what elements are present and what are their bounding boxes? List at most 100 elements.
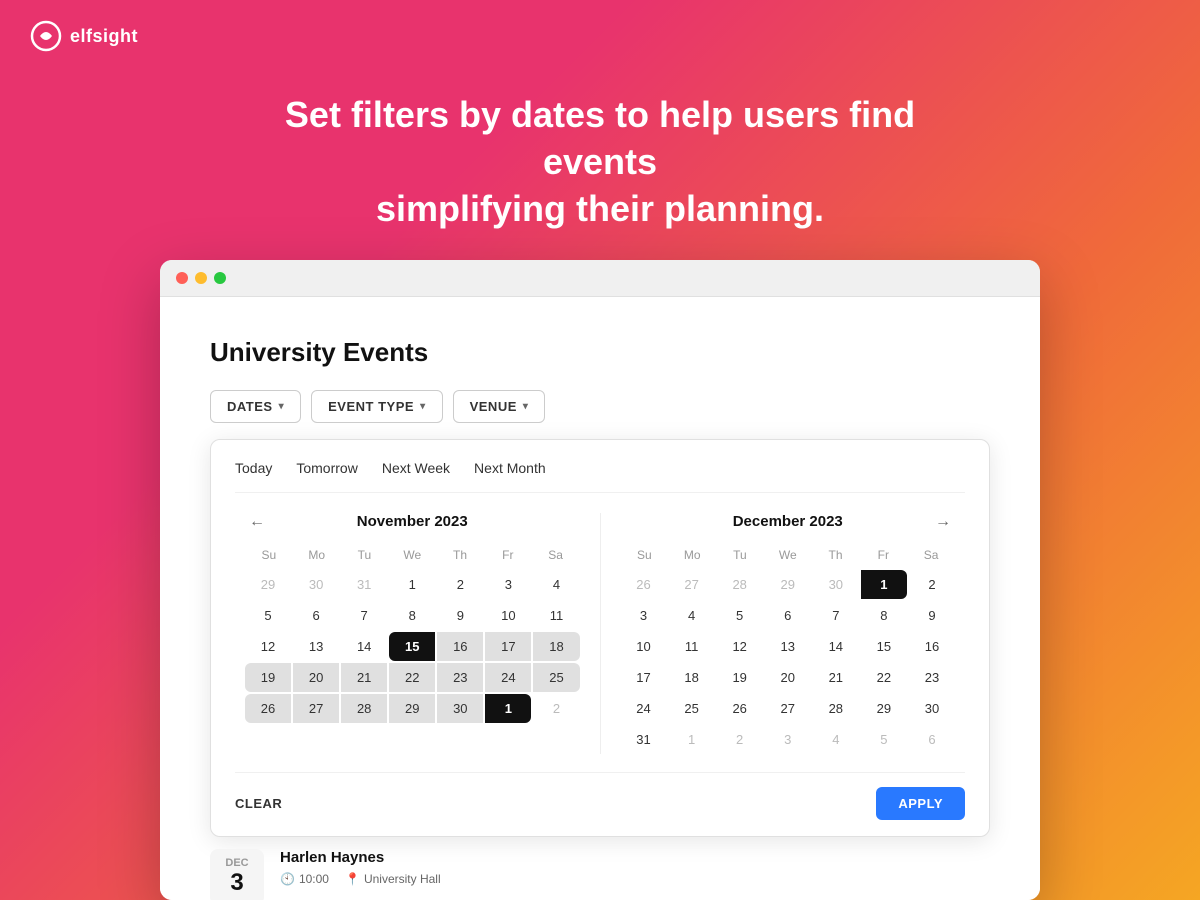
day-cell[interactable]: 11 (533, 601, 579, 630)
day-cell[interactable]: 10 (485, 601, 531, 630)
day-cell[interactable]: 27 (765, 694, 811, 723)
day-cell[interactable]: 6 (293, 601, 339, 630)
event-month: DEC (224, 857, 250, 869)
day-cell[interactable]: 5 (717, 601, 763, 630)
day-cell[interactable]: 6 (765, 601, 811, 630)
day-cell[interactable]: 16 (437, 632, 483, 661)
day-cell[interactable]: 7 (341, 601, 387, 630)
day-cell[interactable]: 14 (813, 632, 859, 661)
event-type-filter-button[interactable]: EVENT TYPE ▾ (311, 390, 442, 423)
day-cell[interactable]: 9 (909, 601, 955, 630)
day-cell[interactable]: 29 (389, 694, 435, 723)
day-cell[interactable]: 28 (813, 694, 859, 723)
day-cell[interactable]: 2 (533, 694, 579, 723)
day-cell[interactable]: 8 (861, 601, 907, 630)
day-cell[interactable]: 20 (765, 663, 811, 692)
day-cell[interactable]: 13 (293, 632, 339, 661)
day-cell[interactable]: 15 (861, 632, 907, 661)
day-cell[interactable]: 30 (813, 570, 859, 599)
prev-month-button[interactable]: ← (245, 509, 269, 535)
day-cell[interactable]: 27 (293, 694, 339, 723)
today-filter[interactable]: Today (235, 460, 272, 476)
day-cell[interactable]: 22 (389, 663, 435, 692)
apply-button[interactable]: APPLY (876, 787, 965, 820)
day-cell[interactable]: 20 (293, 663, 339, 692)
day-header-th: Th (812, 544, 860, 566)
day-cell[interactable]: 31 (621, 725, 667, 754)
day-cell[interactable]: 4 (669, 601, 715, 630)
day-cell[interactable]: 19 (245, 663, 291, 692)
day-cell[interactable]: 3 (485, 570, 531, 599)
day-header-fr: Fr (484, 544, 532, 566)
day-cell[interactable]: 5 (245, 601, 291, 630)
dates-filter-button[interactable]: DATES ▾ (210, 390, 301, 423)
day-cell[interactable]: 18 (669, 663, 715, 692)
day-cell[interactable]: 29 (861, 694, 907, 723)
day-cell[interactable]: 25 (669, 694, 715, 723)
day-cell[interactable]: 30 (909, 694, 955, 723)
day-cell[interactable]: 13 (765, 632, 811, 661)
day-cell[interactable]: 18 (533, 632, 579, 661)
day-cell[interactable]: 28 (341, 694, 387, 723)
day-header-tu: Tu (341, 544, 389, 566)
next-week-filter[interactable]: Next Week (382, 460, 450, 476)
day-cell[interactable]: 12 (245, 632, 291, 661)
day-cell[interactable]: 17 (621, 663, 667, 692)
day-cell[interactable]: 27 (669, 570, 715, 599)
day-cell[interactable]: 2 (909, 570, 955, 599)
day-cell[interactable]: 23 (437, 663, 483, 692)
day-cell[interactable]: 1 (861, 570, 907, 599)
tomorrow-filter[interactable]: Tomorrow (296, 460, 357, 476)
next-month-filter[interactable]: Next Month (474, 460, 546, 476)
day-cell[interactable]: 29 (765, 570, 811, 599)
event-name: Harlen Haynes (280, 849, 441, 866)
day-cell[interactable]: 1 (669, 725, 715, 754)
next-month-button[interactable]: → (931, 509, 955, 535)
calendars-row: ← November 2023 Su Mo Tu We Th Fr Sa 293… (235, 513, 965, 754)
day-header-mo: Mo (293, 544, 341, 566)
day-cell[interactable]: 4 (813, 725, 859, 754)
day-cell[interactable]: 2 (437, 570, 483, 599)
location-icon: 📍 (345, 872, 360, 886)
day-cell[interactable]: 30 (293, 570, 339, 599)
day-cell[interactable]: 9 (437, 601, 483, 630)
day-cell[interactable]: 26 (245, 694, 291, 723)
day-cell[interactable]: 17 (485, 632, 531, 661)
day-cell[interactable]: 30 (437, 694, 483, 723)
day-cell[interactable]: 12 (717, 632, 763, 661)
day-cell[interactable]: 14 (341, 632, 387, 661)
day-cell[interactable]: 26 (717, 694, 763, 723)
event-date-badge: DEC 3 (210, 849, 264, 900)
clear-button[interactable]: CLEAR (235, 796, 282, 811)
day-cell[interactable]: 31 (341, 570, 387, 599)
day-cell[interactable]: 1 (389, 570, 435, 599)
day-cell[interactable]: 16 (909, 632, 955, 661)
day-cell[interactable]: 24 (485, 663, 531, 692)
venue-filter-button[interactable]: VENUE ▾ (453, 390, 546, 423)
day-cell[interactable]: 7 (813, 601, 859, 630)
day-cell[interactable]: 11 (669, 632, 715, 661)
day-cell[interactable]: 8 (389, 601, 435, 630)
day-cell[interactable]: 6 (909, 725, 955, 754)
day-cell[interactable]: 3 (765, 725, 811, 754)
clock-icon: 🕙 (280, 872, 295, 886)
day-cell[interactable]: 22 (861, 663, 907, 692)
day-cell[interactable]: 21 (813, 663, 859, 692)
day-cell[interactable]: 29 (245, 570, 291, 599)
logo-text: elfsight (70, 26, 138, 47)
day-cell[interactable]: 25 (533, 663, 579, 692)
day-cell[interactable]: 1 (485, 694, 531, 723)
day-cell[interactable]: 19 (717, 663, 763, 692)
day-cell[interactable]: 28 (717, 570, 763, 599)
day-cell[interactable]: 5 (861, 725, 907, 754)
day-cell[interactable]: 23 (909, 663, 955, 692)
day-cell[interactable]: 2 (717, 725, 763, 754)
day-cell[interactable]: 3 (621, 601, 667, 630)
day-cell[interactable]: 15 (389, 632, 435, 661)
day-cell[interactable]: 24 (621, 694, 667, 723)
day-cell[interactable]: 21 (341, 663, 387, 692)
day-cell[interactable]: 26 (621, 570, 667, 599)
hero-title: Set filters by dates to help users find … (250, 92, 950, 232)
day-cell[interactable]: 4 (533, 570, 579, 599)
day-cell[interactable]: 10 (621, 632, 667, 661)
